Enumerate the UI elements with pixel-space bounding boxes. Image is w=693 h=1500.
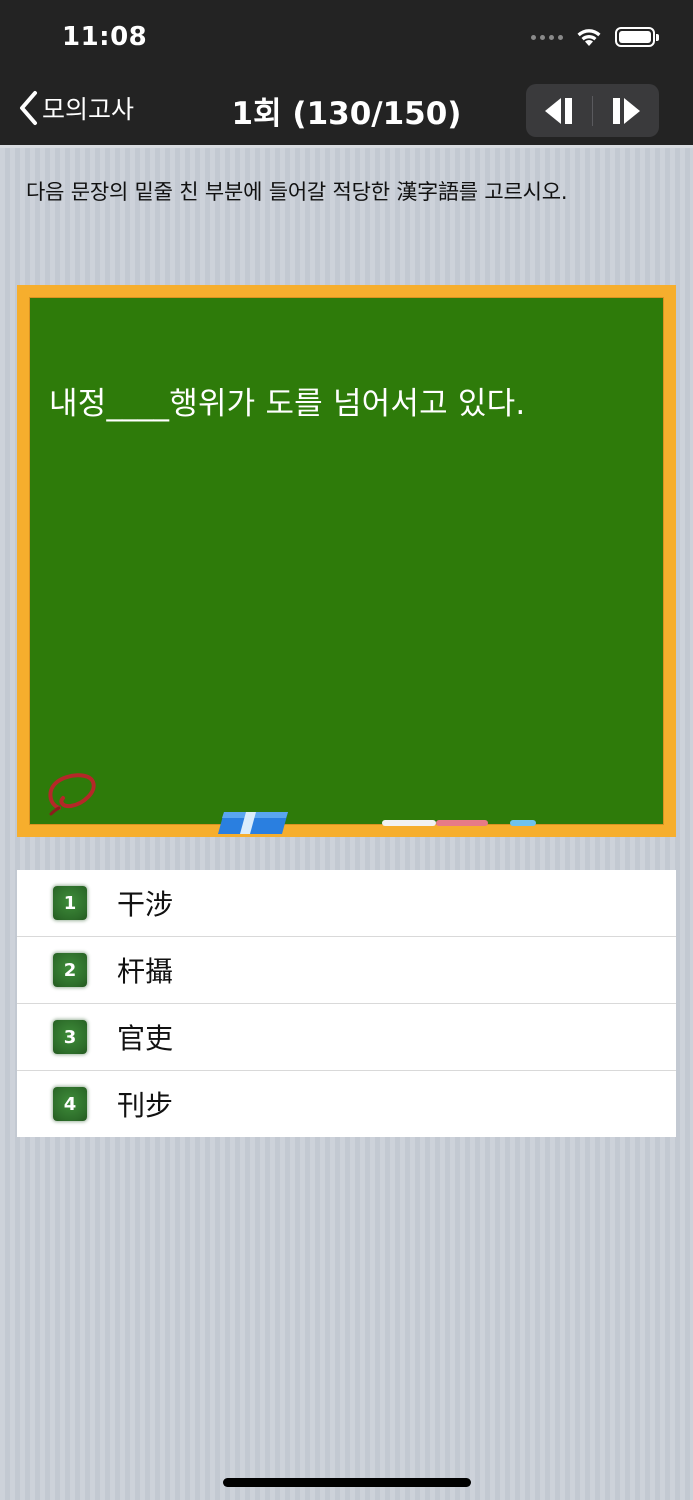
back-button-label: 모의고사 [42,95,135,124]
answer-number-badge: 4 [53,1087,87,1121]
answer-number-badge: 1 [53,886,87,920]
chalk-ring-icon [48,773,96,816]
answer-option-4[interactable]: 4 刊步 [17,1071,676,1137]
previous-icon [545,97,572,124]
status-time: 11:08 [62,22,148,52]
chevron-left-icon [20,91,37,125]
pink-chalk-icon [436,820,488,826]
blue-chalk-icon [510,820,536,826]
back-button[interactable]: 모의고사 [18,90,134,126]
answer-option-3[interactable]: 3 官吏 [17,1004,676,1071]
answer-number-badge: 3 [53,1020,87,1054]
answer-option-1[interactable]: 1 干涉 [17,870,676,937]
answer-number-badge: 2 [53,953,87,987]
question-sentence: 내정____행위가 도를 넘어서고 있다. [49,386,526,422]
home-indicator[interactable] [223,1478,471,1487]
question-navigation-control [526,84,659,137]
answer-option-2[interactable]: 2 杆攝 [17,937,676,1004]
next-question-button[interactable] [593,84,659,137]
cellular-signal-icon [531,34,563,40]
answer-list: 1 干涉 2 杆攝 3 官吏 4 刊步 [17,870,676,1137]
white-chalk-icon [382,820,436,826]
chalkboard-frame: 내정____행위가 도를 넘어서고 있다. [17,285,676,837]
wifi-icon [577,29,601,46]
answer-text: 干涉 [117,888,174,921]
answer-text: 杆攝 [117,955,174,988]
next-icon [613,97,640,124]
chalkboard: 내정____행위가 도를 넘어서고 있다. [29,297,664,834]
status-icons [531,26,659,48]
answer-text: 刊步 [117,1089,174,1122]
previous-question-button[interactable] [526,84,592,137]
answer-text: 官吏 [117,1022,174,1055]
eraser-icon [218,812,288,834]
question-instruction: 다음 문장의 밑줄 친 부분에 들어갈 적당한 漢字語를 고르시오. [26,180,568,204]
battery-icon [615,27,659,47]
navigation-bar: 11:08 모의고사 1회 (130/150) [0,0,693,148]
